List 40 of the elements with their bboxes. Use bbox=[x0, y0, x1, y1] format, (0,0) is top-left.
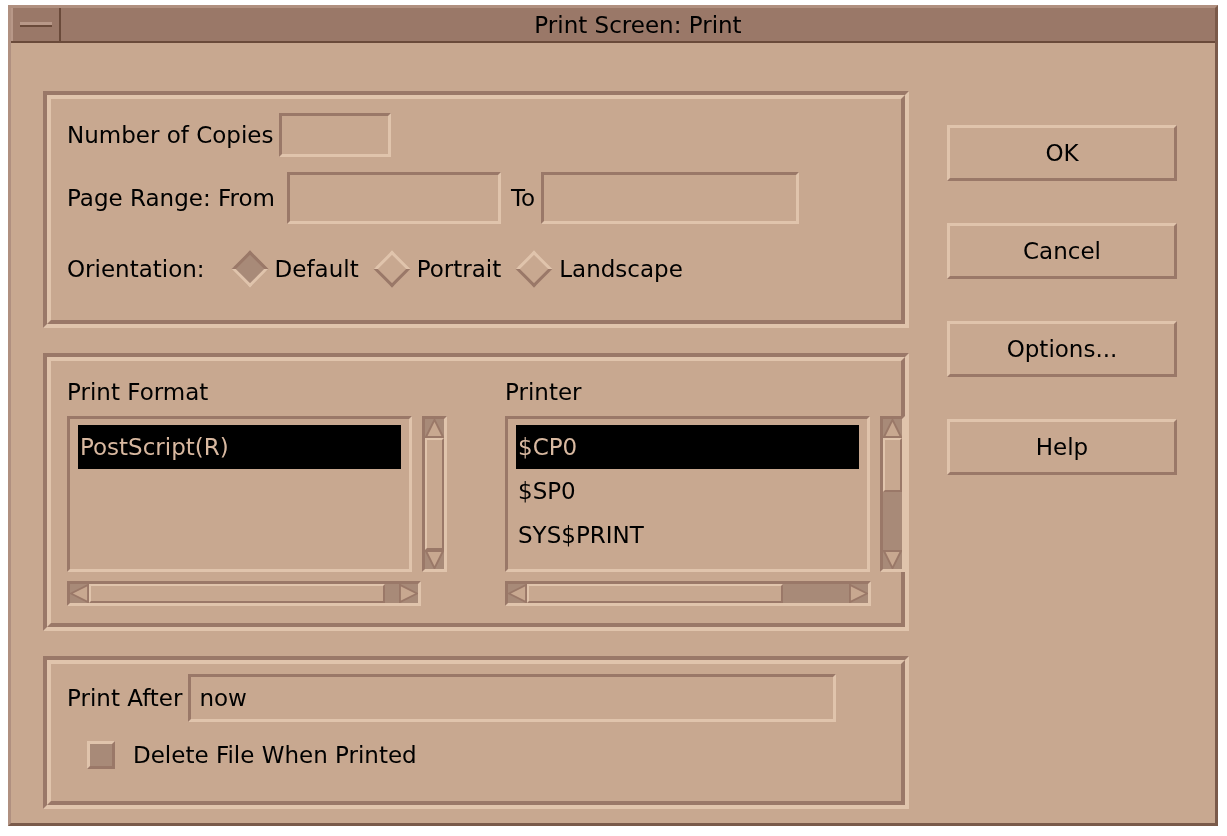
copies-field[interactable] bbox=[279, 113, 392, 157]
from-label: Page Range: From bbox=[67, 183, 275, 213]
arrow-left-icon[interactable] bbox=[70, 583, 89, 603]
window-title: Print Screen: Print bbox=[533, 11, 743, 40]
arrow-down-icon[interactable] bbox=[425, 549, 444, 569]
to-field[interactable] bbox=[541, 172, 800, 224]
radio-label: Portrait bbox=[416, 254, 502, 284]
vertical-scrollbar[interactable] bbox=[880, 415, 905, 572]
list-label: Printer bbox=[505, 378, 583, 407]
list-item[interactable]: $SP0 bbox=[516, 468, 859, 513]
print-after-label: Print After bbox=[67, 683, 183, 713]
horizontal-scrollbar[interactable] bbox=[67, 580, 421, 606]
delete-file-label: Delete File When Printed bbox=[133, 741, 417, 770]
orientation-label: Orientation: bbox=[67, 254, 205, 284]
print-after-field[interactable]: now bbox=[188, 674, 837, 722]
window-menu-button[interactable] bbox=[11, 8, 61, 41]
list-item[interactable]: $CP0 bbox=[516, 424, 859, 469]
copies-label: Number of Copies bbox=[67, 120, 274, 150]
dialog-button[interactable]: Options... bbox=[947, 321, 1177, 377]
list-box[interactable]: PostScript(R) bbox=[67, 415, 412, 572]
list-box[interactable]: $CP0 $SP0 SYS$PRINT bbox=[505, 415, 870, 572]
list-label: Print Format bbox=[67, 378, 210, 407]
arrow-up-icon[interactable] bbox=[883, 418, 902, 438]
to-label: To bbox=[510, 183, 536, 213]
from-field[interactable] bbox=[286, 172, 501, 224]
radio-label: Default bbox=[274, 254, 359, 284]
list-item[interactable]: PostScript(R) bbox=[78, 424, 401, 469]
dialog-button[interactable]: OK bbox=[947, 125, 1177, 181]
arrow-right-icon[interactable] bbox=[849, 583, 868, 603]
dialog-button[interactable]: Cancel bbox=[947, 223, 1177, 279]
delete-file-checkbox[interactable] bbox=[87, 741, 115, 770]
arrow-right-icon[interactable] bbox=[399, 583, 418, 603]
dialog-button[interactable]: Help bbox=[947, 419, 1177, 475]
horizontal-scrollbar[interactable] bbox=[505, 580, 871, 606]
arrow-left-icon[interactable] bbox=[508, 583, 527, 603]
arrow-up-icon[interactable] bbox=[425, 418, 444, 438]
vertical-scrollbar[interactable] bbox=[422, 415, 447, 572]
list-item[interactable]: SYS$PRINT bbox=[516, 512, 859, 557]
arrow-down-icon[interactable] bbox=[883, 549, 902, 569]
radio-label: Landscape bbox=[559, 254, 683, 284]
